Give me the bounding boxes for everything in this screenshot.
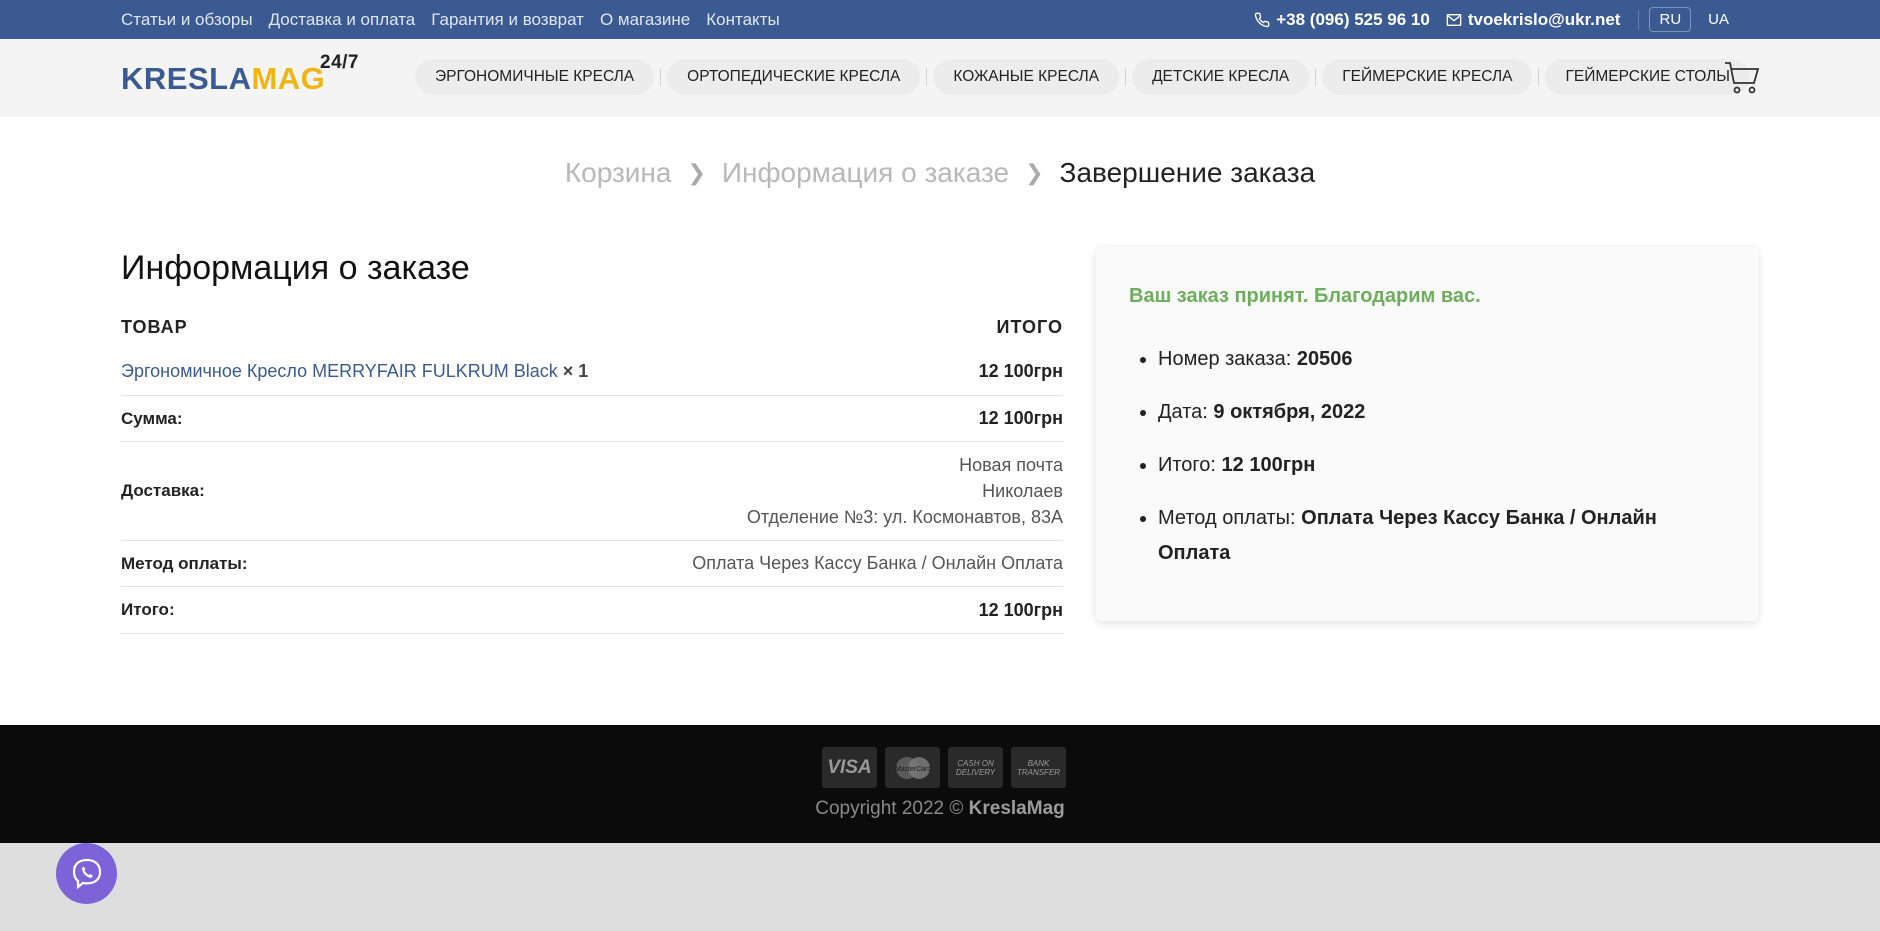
- nav-divider: [926, 68, 928, 86]
- product-link[interactable]: Эргономичное Кресло MERRYFAIR FULKRUM Bl…: [121, 361, 558, 381]
- phone-number: +38 (096) 525 96 10: [1276, 9, 1430, 29]
- email-address: tvoekrislo@ukr.net: [1467, 9, 1621, 29]
- cart-icon: [1725, 62, 1760, 94]
- order-table: ТОВАР ИТОГО Эргономичное Кресло MERRYFAI…: [121, 317, 1063, 634]
- top-bar: Статьи и обзоры Доставка и оплата Гарант…: [0, 0, 1880, 39]
- site-header: KRESLAMAG 24/7 Эргономичные кресла Ортоп…: [0, 39, 1880, 117]
- nav-orthopedic[interactable]: Ортопедические кресла: [667, 59, 921, 95]
- page-title: Информация о заказе: [121, 249, 470, 287]
- list-item: Дата: 9 октября, 2022: [1158, 395, 1718, 430]
- bank-transfer-icon: BANK TRANSFER: [1011, 747, 1066, 788]
- lang-ru[interactable]: RU: [1649, 7, 1692, 32]
- shipping-label: Доставка:: [121, 481, 205, 500]
- nav-gamer-chairs[interactable]: Геймерские кресла: [1322, 59, 1533, 95]
- copyright-brand: KreslaMag: [968, 798, 1065, 819]
- nav-kids[interactable]: Детские кресла: [1132, 59, 1310, 95]
- logo-part1: KRESLA: [121, 61, 252, 96]
- lang-ua[interactable]: UA: [1699, 8, 1738, 31]
- product-price: 12 100грн: [978, 361, 1063, 381]
- shipping-carrier: Новая почта: [959, 455, 1063, 475]
- email-link[interactable]: tvoekrislo@ukr.net: [1446, 9, 1621, 30]
- crumb-complete: Завершение заказа: [1059, 157, 1316, 188]
- mastercard-icon: MasterCard: [885, 747, 940, 788]
- divider: [1638, 9, 1640, 30]
- order-payment-label: Метод оплаты:: [1158, 507, 1296, 529]
- payment-icons: VISA MasterCard CASH ON DELIVERY BANK TR…: [822, 747, 1074, 788]
- payment-label: Метод оплаты:: [121, 553, 248, 573]
- nav-leather[interactable]: Кожаные кресла: [933, 59, 1120, 95]
- top-link-articles[interactable]: Статьи и обзоры: [121, 10, 253, 30]
- table-row-payment: Метод оплаты: Оплата Через Кассу Банка /…: [121, 541, 1063, 587]
- main-content: Корзина ❯ Информация о заказе ❯ Завершен…: [0, 117, 1880, 725]
- top-link-warranty[interactable]: Гарантия и возврат: [431, 10, 584, 30]
- order-confirmation-card: Ваш заказ принят. Благодарим вас. Номер …: [1096, 247, 1758, 621]
- phone-icon: [1254, 12, 1270, 27]
- chevron-right-icon: ❯: [1025, 160, 1044, 185]
- cart-button[interactable]: [1724, 61, 1760, 100]
- main-nav: Эргономичные кресла Ортопедические кресл…: [415, 59, 1751, 95]
- logo[interactable]: KRESLAMAG 24/7: [121, 52, 358, 97]
- crumb-order-info[interactable]: Информация о заказе: [722, 157, 1009, 189]
- shipping-city: Николаев: [982, 481, 1063, 501]
- viber-chat-button[interactable]: [56, 843, 117, 904]
- table-row-shipping: Доставка: Новая почта Николаев Отделение…: [121, 442, 1063, 541]
- nav-divider: [660, 68, 662, 86]
- table-row-subtotal: Сумма: 12 100грн: [121, 396, 1063, 442]
- phone-link[interactable]: +38 (096) 525 96 10: [1254, 10, 1430, 30]
- list-item: Метод оплаты: Оплата Через Кассу Банка /…: [1158, 501, 1718, 571]
- top-link-contacts[interactable]: Контакты: [706, 10, 779, 30]
- logo-part2: MAG: [251, 61, 326, 96]
- visa-icon: VISA: [822, 747, 877, 788]
- viber-icon: [72, 858, 101, 889]
- order-total-label: Итого:: [1158, 454, 1216, 476]
- mail-icon: [1446, 13, 1462, 26]
- shipping-value: Новая почта Николаев Отделение №3: ул. К…: [747, 452, 1063, 530]
- top-contacts: +38 (096) 525 96 10 tvoekrislo@ukr.net R…: [1254, 0, 1746, 39]
- table-row-product: Эргономичное Кресло MERRYFAIR FULKRUM Bl…: [121, 348, 1063, 396]
- nav-ergonomic[interactable]: Эргономичные кресла: [415, 59, 655, 95]
- cash-on-delivery-icon: CASH ON DELIVERY: [948, 747, 1003, 788]
- list-item: Номер заказа: 20506: [1158, 342, 1718, 377]
- copyright-text: Copyright 2022 ©: [815, 798, 964, 819]
- order-number-label: Номер заказа:: [1158, 348, 1292, 370]
- order-number-value: 20506: [1296, 348, 1353, 370]
- order-date-label: Дата:: [1158, 401, 1208, 423]
- copyright: Copyright 2022 © KreslaMag: [0, 798, 1880, 820]
- subtotal-value: 12 100грн: [978, 408, 1063, 428]
- top-link-about[interactable]: О магазине: [600, 10, 690, 30]
- table-row-total: Итого: 12 100грн: [121, 587, 1063, 634]
- nav-divider: [1538, 68, 1540, 86]
- col-total: ИТОГО: [996, 317, 1063, 337]
- mastercard-label: MasterCard: [894, 766, 932, 773]
- top-link-delivery[interactable]: Доставка и оплата: [269, 10, 416, 30]
- order-total-value: 12 100грн: [1221, 454, 1316, 476]
- total-label: Итого:: [121, 600, 175, 619]
- chevron-right-icon: ❯: [687, 160, 706, 185]
- nav-gamer-tables[interactable]: Геймерские столы: [1545, 59, 1751, 95]
- product-qty: × 1: [562, 361, 589, 381]
- site-footer: VISA MasterCard CASH ON DELIVERY BANK TR…: [0, 725, 1880, 843]
- col-product: ТОВАР: [121, 317, 188, 337]
- nav-divider: [1315, 68, 1317, 86]
- total-value: 12 100грн: [978, 599, 1063, 620]
- order-date-value: 9 октября, 2022: [1213, 401, 1366, 423]
- crumb-cart[interactable]: Корзина: [565, 157, 672, 189]
- top-links: Статьи и обзоры Доставка и оплата Гарант…: [121, 0, 796, 39]
- subtotal-label: Сумма:: [121, 408, 183, 428]
- thank-you-message: Ваш заказ принят. Благодарим вас.: [1129, 285, 1481, 307]
- list-item: Итого: 12 100грн: [1158, 448, 1718, 483]
- payment-value: Оплата Через Кассу Банка / Онлайн Оплата: [692, 553, 1063, 573]
- order-summary-list: Номер заказа: 20506 Дата: 9 октября, 202…: [1158, 342, 1718, 589]
- nav-divider: [1125, 68, 1127, 86]
- checkout-breadcrumb: Корзина ❯ Информация о заказе ❯ Завершен…: [0, 157, 1880, 189]
- product-cell: Эргономичное Кресло MERRYFAIR FULKRUM Bl…: [121, 361, 588, 382]
- logo-sup: 24/7: [320, 52, 359, 73]
- table-header: ТОВАР ИТОГО: [121, 317, 1063, 348]
- shipping-branch: Отделение №3: ул. Космонавтов, 83А: [746, 507, 1063, 527]
